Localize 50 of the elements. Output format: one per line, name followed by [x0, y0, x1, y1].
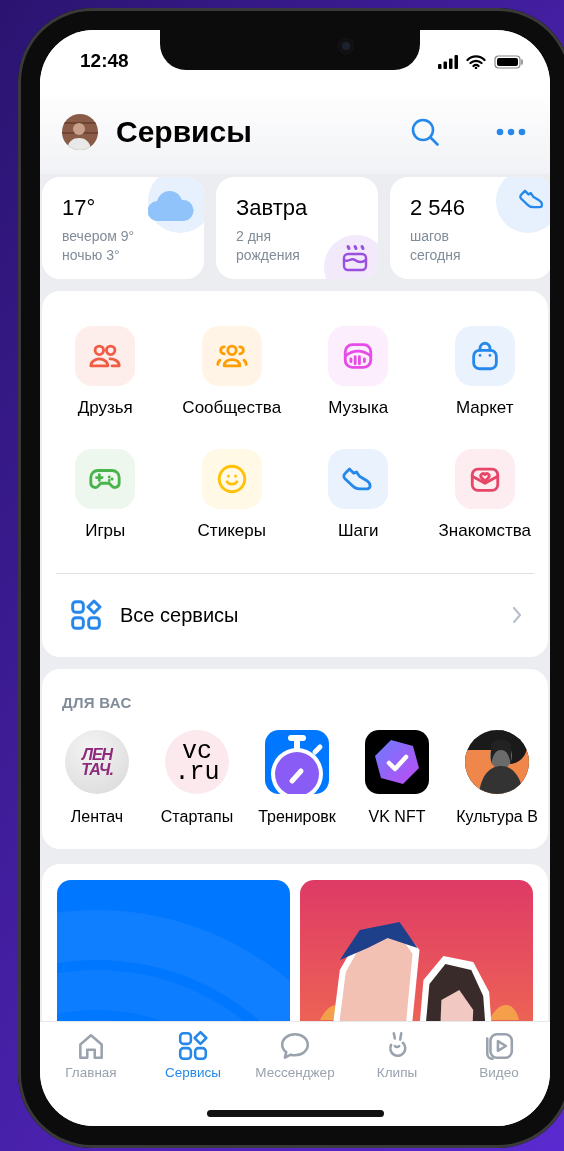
- logo-text: ТАЧ.: [81, 762, 113, 777]
- page-title: Сервисы: [116, 115, 253, 149]
- wifi-icon: [466, 55, 486, 69]
- service-item[interactable]: Шаги: [295, 449, 422, 541]
- battery-icon: [494, 55, 524, 69]
- app-item[interactable]: Тренировк: [247, 730, 347, 826]
- more-icon[interactable]: [496, 128, 526, 136]
- service-item[interactable]: Стикеры: [168, 449, 295, 541]
- widget-subtitle: сегодня: [410, 246, 461, 265]
- widget-title: Завтра: [236, 195, 308, 221]
- widget-title: 17°: [62, 195, 96, 221]
- widget-subtitle: шагов: [410, 227, 450, 246]
- widget-subtitle: рождения: [236, 246, 300, 265]
- widget-title: 2 546: [410, 195, 466, 221]
- cloud-icon: [148, 191, 194, 221]
- icon-background: [496, 177, 550, 233]
- nft-icon: [365, 730, 429, 794]
- service-item[interactable]: Друзья: [42, 326, 169, 418]
- service-item[interactable]: Сообщества: [168, 326, 295, 418]
- logo-text: ЛЕН: [81, 747, 113, 762]
- services-icon: [177, 1030, 209, 1062]
- service-item[interactable]: Музыка: [295, 326, 422, 418]
- app-item[interactable]: VK NFT: [347, 730, 447, 826]
- logo-text: vc: [182, 741, 212, 762]
- app-item[interactable]: Культура В: [447, 730, 547, 826]
- widget-subtitle: ночью 3°: [62, 246, 120, 265]
- app-item[interactable]: ЛЕН ТАЧ. Лентач: [47, 730, 147, 826]
- avatar[interactable]: [62, 114, 98, 150]
- widget-subtitle: 2 дня: [236, 227, 272, 246]
- search-icon[interactable]: [410, 117, 440, 147]
- widget-card[interactable]: Завтра 2 дня рождения: [216, 177, 378, 279]
- widget-card[interactable]: 2 546 шагов сегодня: [390, 177, 550, 279]
- service-item[interactable]: Игры: [42, 449, 169, 541]
- logo-text: .ru: [174, 762, 220, 783]
- service-item[interactable]: Маркет: [421, 326, 548, 418]
- all-services-row[interactable]: Все сервисы: [42, 574, 548, 656]
- stopwatch-icon: [265, 730, 329, 794]
- section-title: ДЛЯ ВАС: [61, 694, 133, 711]
- widget-subtitle: вечером 9°: [62, 227, 135, 246]
- chevron-icon: [512, 606, 522, 624]
- messenger-icon: [279, 1030, 311, 1062]
- service-item[interactable]: Знакомства: [421, 449, 548, 541]
- tab[interactable]: Сервисы: [142, 1022, 244, 1080]
- widget-card[interactable]: 17° вечером 9° ночью 3°: [42, 177, 204, 279]
- grid-icon: [70, 599, 102, 631]
- video-icon: [483, 1030, 515, 1062]
- signal-icon: [438, 55, 458, 69]
- cake-icon: [340, 243, 370, 273]
- status-time: 12:48: [80, 50, 129, 72]
- app-item[interactable]: vc .ru Стартапы: [147, 730, 247, 826]
